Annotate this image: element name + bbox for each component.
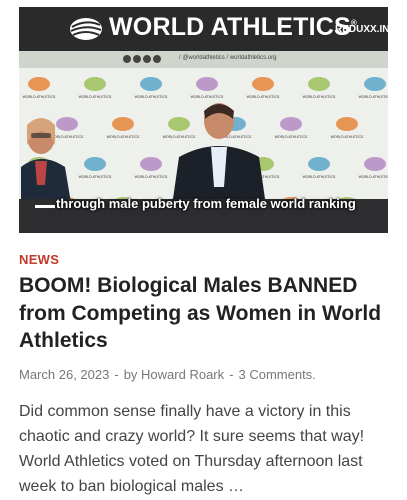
- backdrop-logo-icon: [84, 157, 106, 171]
- article-excerpt: Did common sense finally have a victory …: [19, 403, 365, 495]
- article-card: WORLD ATHLETICS® REDUXX.INFO / @worldath…: [0, 0, 407, 500]
- twitter-icon: [123, 55, 131, 63]
- backdrop-logo-caption: WORLD ATHLETICS: [79, 95, 112, 99]
- caption-dash: [35, 205, 55, 208]
- backdrop-logo-caption: WORLD ATHLETICS: [303, 95, 336, 99]
- youtube-icon: [143, 55, 151, 63]
- watermark: REDUXX.INFO: [335, 24, 388, 35]
- banner-title: WORLD ATHLETICS®: [109, 13, 357, 41]
- backdrop-logo-icon: [196, 77, 218, 91]
- backdrop-logo-caption: WORLD ATHLETICS: [275, 135, 308, 139]
- author-prefix: by: [123, 367, 138, 382]
- category-label[interactable]: NEWS: [19, 252, 59, 267]
- backdrop-logo-caption: WORLD ATHLETICS: [331, 135, 364, 139]
- backdrop-logo-icon: [140, 157, 162, 171]
- social-handles: / @worldathletics / worldathletics.org: [179, 55, 277, 61]
- backdrop-logo-caption: WORLD ATHLETICS: [359, 95, 388, 99]
- article-date: March 26, 2023: [19, 367, 110, 382]
- world-athletics-logo-icon: [70, 18, 102, 40]
- backdrop-logo-caption: WORLD ATHLETICS: [135, 95, 168, 99]
- backdrop-logo-icon: [84, 77, 106, 91]
- backdrop-logo-caption: WORLD ATHLETICS: [303, 175, 336, 179]
- instagram-icon: [133, 55, 141, 63]
- backdrop-logo-icon: [308, 77, 330, 91]
- backdrop-logo-icon: [364, 77, 386, 91]
- video-caption: through male puberty from female world r…: [56, 196, 356, 211]
- backdrop-logo-icon: [112, 117, 134, 131]
- backdrop-logo-icon: [336, 117, 358, 131]
- backdrop-logo-icon: [140, 77, 162, 91]
- backdrop-logo-icon: [252, 77, 274, 91]
- facebook-icon: [153, 55, 161, 63]
- backdrop-logo-caption: WORLD ATHLETICS: [23, 95, 56, 99]
- world-athletics-banner: WORLD ATHLETICS® REDUXX.INFO: [19, 7, 388, 51]
- backdrop-logo-caption: WORLD ATHLETICS: [107, 135, 140, 139]
- backdrop-logo-caption: WORLD ATHLETICS: [79, 175, 112, 179]
- featured-video-thumbnail[interactable]: WORLD ATHLETICS® REDUXX.INFO / @worldath…: [19, 7, 388, 233]
- backdrop-logo-icon: [308, 157, 330, 171]
- backdrop-logo-caption: WORLD ATHLETICS: [135, 175, 168, 179]
- backdrop-logo-caption: WORLD ATHLETICS: [359, 175, 388, 179]
- comments-link[interactable]: 3 Comments.: [238, 367, 315, 382]
- article-meta: March 26, 2023- by Howard Roark -3 Comment…: [19, 367, 316, 382]
- backdrop-logo-icon: [280, 117, 302, 131]
- author-link[interactable]: Howard Roark: [141, 367, 224, 382]
- backdrop-logo-icon: [364, 157, 386, 171]
- backdrop-logo-icon: [28, 77, 50, 91]
- social-bar: / @worldathletics / worldathletics.org: [19, 51, 388, 68]
- article-headline[interactable]: BOOM! Biological Males BANNED from Compe…: [19, 272, 391, 355]
